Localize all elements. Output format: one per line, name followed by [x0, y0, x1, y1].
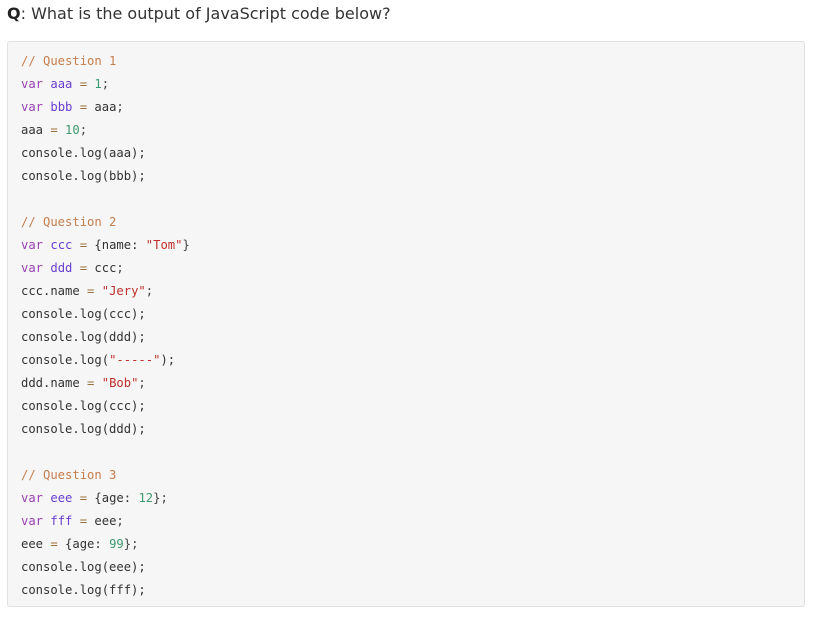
code-token: console.log(ddd);	[21, 422, 146, 436]
code-token: aaa	[21, 123, 51, 137]
code-token: ccc	[87, 261, 117, 275]
code-token: ccc.name	[21, 284, 88, 298]
code-line: console.log(ddd);	[21, 418, 190, 441]
code-line: console.log(bbb);	[21, 165, 190, 188]
code-line: var ddd = ccc;	[21, 257, 190, 280]
code-token: ;	[145, 284, 154, 298]
code-token: console.log(fff);	[21, 583, 146, 597]
code-token: "Jery"	[101, 284, 146, 298]
code-token: "-----"	[109, 353, 161, 367]
code-line: aaa = 10;	[21, 119, 190, 142]
code-token: 10	[65, 123, 80, 137]
code-token: console.log(eee);	[21, 560, 146, 574]
code-token: var	[21, 514, 44, 528]
code-line: var eee = {age: 12};	[21, 487, 190, 510]
code-token: console.log(ccc);	[21, 307, 146, 321]
code-line: console.log(fff);	[21, 579, 190, 602]
code-token: ;	[116, 514, 124, 528]
code-token: =	[50, 537, 58, 551]
code-token: var	[21, 261, 44, 275]
code-token: var	[21, 238, 44, 252]
code-token: var	[21, 491, 44, 505]
code-token: ;	[116, 261, 124, 275]
question-heading: Q: What is the output of JavaScript code…	[7, 3, 391, 25]
question-label: Q	[7, 4, 21, 23]
code-token: ;	[138, 376, 146, 390]
code-token: console.log(	[21, 353, 110, 367]
code-line: // Question 1	[21, 50, 190, 73]
question-text: : What is the output of JavaScript code …	[20, 4, 391, 23]
code-token: console.log(ccc);	[21, 399, 146, 413]
code-token: };	[123, 537, 139, 551]
code-token: );	[160, 353, 176, 367]
code-line: console.log(ccc);	[21, 303, 190, 326]
code-token: =	[50, 123, 58, 137]
code-line: // Question 2	[21, 211, 190, 234]
code-line: var fff = eee;	[21, 510, 190, 533]
code-token: {age:	[87, 491, 139, 505]
code-line: eee = {age: 99};	[21, 533, 190, 556]
code-token: // Question 3	[21, 468, 117, 482]
code-line: console.log(aaa);	[21, 142, 190, 165]
code-token: bbb	[50, 100, 73, 114]
code-line: console.log(eee);	[21, 556, 190, 579]
code-token: =	[79, 491, 88, 505]
code-token: // Question 1	[21, 54, 117, 68]
code-line: console.log(ccc);	[21, 395, 190, 418]
code-token: ddd.name	[21, 376, 88, 390]
code-token: ;	[101, 77, 110, 91]
code-line: // Question 3	[21, 464, 190, 487]
code-token: aaa	[87, 100, 117, 114]
code-token: =	[79, 514, 88, 528]
code-token: aaa	[50, 77, 73, 91]
code-line: console.log(ddd);	[21, 326, 190, 349]
code-token: };	[153, 491, 168, 505]
code-token: var	[21, 77, 44, 91]
code-token: =	[79, 261, 88, 275]
code-token: var	[21, 100, 44, 114]
code-token: =	[79, 238, 88, 252]
code-token: // Question 2	[21, 215, 117, 229]
code-token: =	[79, 100, 88, 114]
code-line: console.log("-----");	[21, 349, 190, 372]
code-token: ;	[79, 123, 88, 137]
code-token: 99	[109, 537, 124, 551]
code-token: console.log(ddd);	[21, 330, 146, 344]
code-block: // Question 1 var aaa = 1; var bbb = aaa; a…	[7, 41, 805, 607]
code-token: =	[79, 77, 88, 91]
code-token: }	[182, 238, 190, 252]
code-token: 12	[138, 491, 154, 505]
code-token: eee	[87, 514, 117, 528]
code-token: console.log(aaa);	[21, 146, 146, 160]
code-token: "Tom"	[145, 238, 183, 252]
code-token: eee	[50, 491, 73, 505]
code-token: ddd	[50, 261, 73, 275]
code-token: {name:	[87, 238, 146, 252]
code-line: var aaa = 1;	[21, 73, 190, 96]
code-line: var bbb = aaa;	[21, 96, 190, 119]
code-token: ;	[116, 100, 124, 114]
code-token: {age:	[57, 537, 110, 551]
code-token: fff	[50, 514, 73, 528]
code-token: ccc	[50, 238, 73, 252]
code-token: 1	[94, 77, 102, 91]
code-line: ccc.name = "Jery";	[21, 280, 190, 303]
code-line: var ccc = {name: "Tom"}	[21, 234, 190, 257]
code-line: ddd.name = "Bob";	[21, 372, 190, 395]
code-token: "Bob"	[101, 376, 139, 390]
code-token: console.log(bbb);	[21, 169, 146, 183]
code-token: eee	[21, 537, 51, 551]
code-lines: // Question 1 var aaa = 1; var bbb = aaa; a…	[21, 50, 190, 602]
